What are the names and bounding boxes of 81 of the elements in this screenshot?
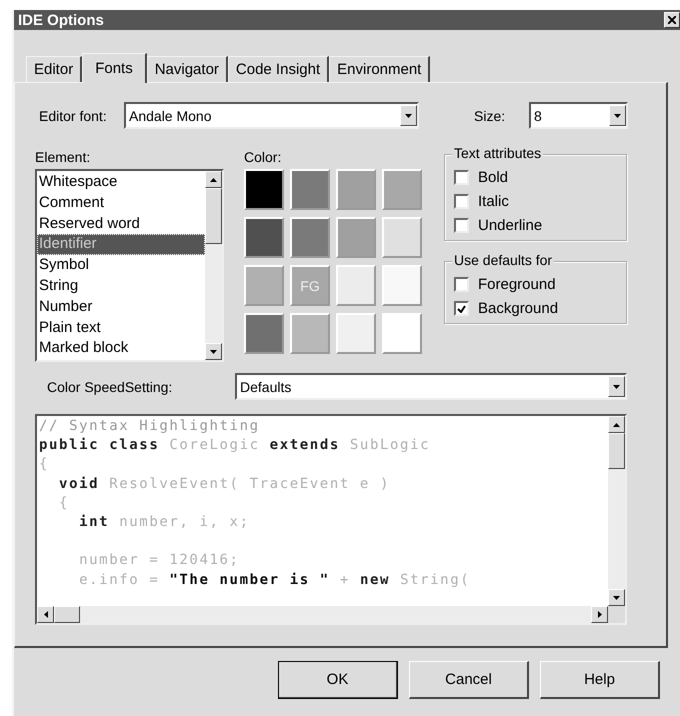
dialog-button[interactable]: Cancel xyxy=(409,661,529,699)
list-item[interactable]: Plain text xyxy=(37,318,205,338)
group-title: Use defaults for xyxy=(452,252,554,268)
color-swatch[interactable] xyxy=(290,217,330,258)
dialog-button[interactable]: OK xyxy=(278,661,398,699)
scrollbar[interactable] xyxy=(37,606,608,623)
code-line: e.info = "The number is " + new String( xyxy=(78,570,472,590)
checkbox[interactable] xyxy=(454,170,469,185)
close-button[interactable] xyxy=(664,12,680,28)
checkbox[interactable] xyxy=(454,218,469,233)
code-line: public class CoreLogic extends SubLogic xyxy=(39,436,432,456)
dropdown-arrow-icon xyxy=(404,112,413,118)
list-item[interactable]: Symbol xyxy=(37,255,205,276)
scroll-right-icon xyxy=(596,610,602,619)
code-line: { xyxy=(58,494,70,513)
code-line: number = 120416; xyxy=(78,551,241,570)
window-title: IDE Options xyxy=(18,12,104,28)
scrollbar-corner xyxy=(608,606,625,623)
color-swatch[interactable] xyxy=(244,217,284,258)
tab[interactable]: Environment xyxy=(329,56,430,82)
color-swatch[interactable] xyxy=(290,313,330,354)
color-swatch[interactable] xyxy=(336,265,376,306)
scroll-up-icon xyxy=(612,422,621,428)
tab[interactable]: Navigator xyxy=(146,56,228,82)
color-speedsetting-label: Color SpeedSetting: xyxy=(47,378,174,394)
color-speedsetting-dropdown[interactable]: Defaults xyxy=(235,373,627,400)
list-item[interactable]: Identifier xyxy=(37,234,205,256)
list-item[interactable]: Number xyxy=(37,296,205,318)
size-label: Size: xyxy=(474,108,506,124)
scroll-up-icon xyxy=(209,176,218,182)
list-item[interactable]: String xyxy=(37,276,205,297)
tab[interactable]: Code Insight xyxy=(228,56,330,82)
close-icon xyxy=(668,16,676,24)
color-label: Color: xyxy=(244,149,282,165)
scrollbar[interactable] xyxy=(205,171,222,360)
color-swatch[interactable] xyxy=(290,169,330,210)
scrollbar-thumb[interactable] xyxy=(608,433,625,469)
checkbox-label[interactable]: Bold xyxy=(478,169,508,186)
list-item[interactable]: Marked block xyxy=(37,338,205,360)
element-label: Element: xyxy=(35,149,92,165)
color-swatch[interactable] xyxy=(244,169,284,210)
checkbox[interactable] xyxy=(454,301,469,316)
tab[interactable]: Fonts xyxy=(82,53,147,83)
dropdown-arrow-icon xyxy=(612,384,621,390)
checkbox-label[interactable]: Underline xyxy=(478,217,542,234)
editor-font-label: Editor font: xyxy=(39,108,108,124)
checkbox[interactable] xyxy=(454,277,469,292)
color-swatch[interactable] xyxy=(382,169,422,210)
dialog-button[interactable]: Help xyxy=(540,661,660,699)
color-swatch[interactable] xyxy=(336,217,376,258)
tab[interactable]: Editor xyxy=(26,56,82,82)
code-line: void ResolveEvent( TraceEvent e ) xyxy=(58,474,392,494)
checkbox[interactable] xyxy=(454,194,469,209)
checkbox-label[interactable]: Italic xyxy=(478,193,509,210)
color-swatch[interactable] xyxy=(244,313,284,354)
scroll-down-icon xyxy=(209,348,218,354)
check-icon xyxy=(457,304,466,312)
group-title: Text attributes xyxy=(452,145,544,161)
color-swatch[interactable] xyxy=(382,217,422,258)
editor-font-dropdown[interactable]: Andale Mono xyxy=(124,102,419,129)
checkbox-label[interactable]: Foreground xyxy=(478,276,556,293)
color-swatch[interactable] xyxy=(244,265,284,306)
color-swatch[interactable] xyxy=(336,313,376,354)
checkbox-label[interactable]: Background xyxy=(478,300,558,317)
code-line: // Syntax Highlighting xyxy=(39,417,261,436)
color-swatch[interactable] xyxy=(382,265,422,306)
scroll-left-icon xyxy=(42,610,48,619)
scroll-down-icon xyxy=(612,594,621,600)
scrollbar-thumb[interactable] xyxy=(54,606,80,623)
color-swatch[interactable] xyxy=(382,313,422,354)
size-dropdown[interactable]: 8 xyxy=(529,102,628,129)
code-line: int number, i, x; xyxy=(78,512,251,532)
list-item[interactable]: Whitespace xyxy=(37,172,205,193)
element-list[interactable]: Whitespace Comment Reserved word Identifier Symbol String Number Plain text Marked block xyxy=(35,169,224,362)
list-item[interactable]: Comment xyxy=(37,192,205,214)
list-item[interactable]: Reserved word xyxy=(37,214,205,234)
scrollbar[interactable] xyxy=(608,416,625,606)
color-swatch[interactable] xyxy=(336,169,376,210)
code-line: { xyxy=(39,455,50,474)
scrollbar-thumb[interactable] xyxy=(205,188,222,244)
dropdown-arrow-icon xyxy=(613,112,622,118)
